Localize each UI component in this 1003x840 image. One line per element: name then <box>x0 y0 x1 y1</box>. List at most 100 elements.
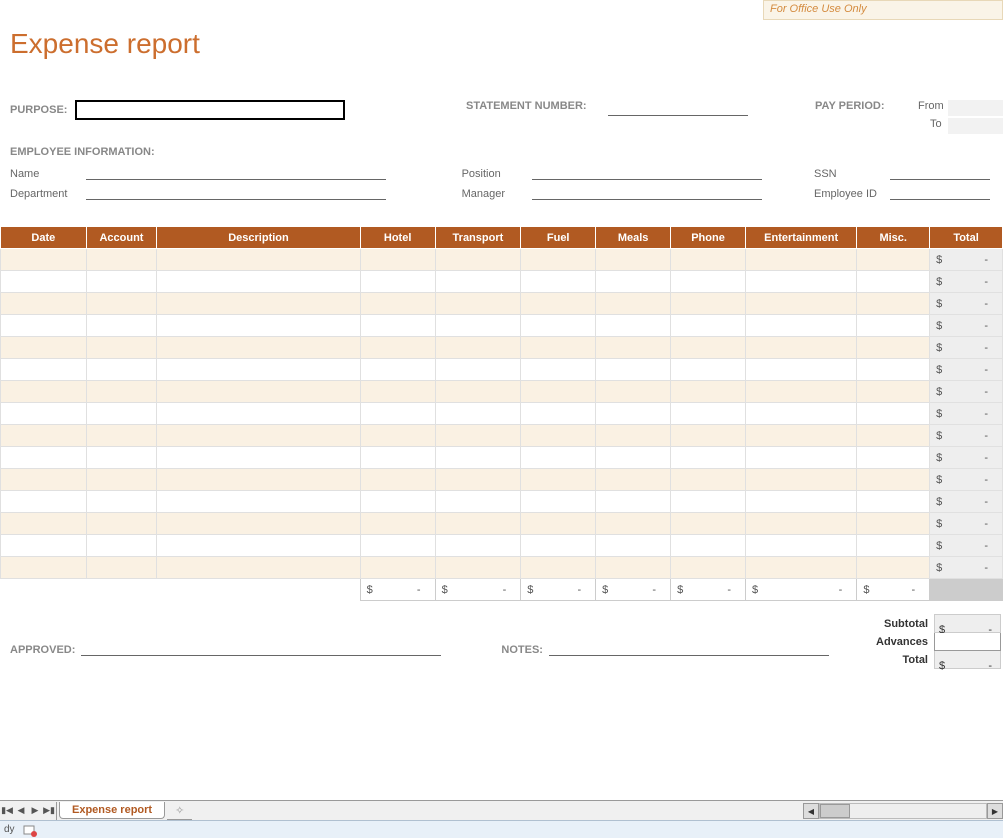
table-cell[interactable] <box>86 513 157 535</box>
column-header[interactable]: Misc. <box>857 227 930 249</box>
table-cell[interactable] <box>86 557 157 579</box>
column-header[interactable]: Description <box>157 227 360 249</box>
table-cell[interactable] <box>521 447 596 469</box>
table-cell[interactable] <box>596 249 671 271</box>
table-cell[interactable] <box>746 513 857 535</box>
table-cell[interactable] <box>521 557 596 579</box>
table-cell[interactable] <box>857 337 930 359</box>
table-cell[interactable] <box>1 381 87 403</box>
table-cell[interactable]: $- <box>930 535 1003 557</box>
table-cell[interactable] <box>157 293 360 315</box>
table-cell[interactable]: $- <box>930 403 1003 425</box>
table-cell[interactable] <box>521 293 596 315</box>
table-cell[interactable] <box>596 359 671 381</box>
table-cell[interactable] <box>671 381 746 403</box>
name-input[interactable] <box>86 164 386 180</box>
table-cell[interactable] <box>1 447 87 469</box>
tab-nav-first-icon[interactable]: ▮◀ <box>0 802 14 820</box>
table-cell[interactable] <box>596 315 671 337</box>
table-cell[interactable] <box>746 359 857 381</box>
table-cell[interactable] <box>596 491 671 513</box>
table-cell[interactable] <box>360 315 435 337</box>
column-sum-cell[interactable]: $- <box>671 579 746 601</box>
table-cell[interactable] <box>435 337 521 359</box>
notes-input[interactable] <box>549 640 829 656</box>
scroll-track[interactable] <box>819 803 987 819</box>
table-cell[interactable] <box>435 293 521 315</box>
table-cell[interactable] <box>1 293 87 315</box>
total-value[interactable]: $- <box>935 651 1001 669</box>
table-cell[interactable] <box>521 535 596 557</box>
table-cell[interactable] <box>857 359 930 381</box>
table-cell[interactable] <box>671 447 746 469</box>
column-sum-cell[interactable]: $- <box>596 579 671 601</box>
table-cell[interactable]: $- <box>930 425 1003 447</box>
table-cell[interactable] <box>360 381 435 403</box>
position-input[interactable] <box>532 164 762 180</box>
table-cell[interactable] <box>596 271 671 293</box>
table-cell[interactable] <box>671 271 746 293</box>
table-cell[interactable] <box>671 403 746 425</box>
table-cell[interactable] <box>435 403 521 425</box>
table-cell[interactable] <box>360 469 435 491</box>
table-cell[interactable]: $- <box>930 359 1003 381</box>
table-cell[interactable] <box>596 293 671 315</box>
manager-input[interactable] <box>532 184 762 200</box>
table-cell[interactable] <box>671 513 746 535</box>
table-cell[interactable]: $- <box>930 557 1003 579</box>
table-cell[interactable] <box>435 513 521 535</box>
table-cell[interactable] <box>1 271 87 293</box>
pay-period-to-input[interactable] <box>948 118 1003 134</box>
table-cell[interactable] <box>857 315 930 337</box>
table-cell[interactable] <box>360 337 435 359</box>
table-cell[interactable] <box>157 557 360 579</box>
table-cell[interactable] <box>596 513 671 535</box>
table-cell[interactable] <box>746 337 857 359</box>
scroll-thumb[interactable] <box>820 804 850 818</box>
table-cell[interactable] <box>86 315 157 337</box>
table-cell[interactable] <box>360 403 435 425</box>
table-cell[interactable] <box>157 359 360 381</box>
department-input[interactable] <box>86 184 386 200</box>
table-cell[interactable] <box>671 425 746 447</box>
table-cell[interactable] <box>746 535 857 557</box>
table-cell[interactable]: $- <box>930 381 1003 403</box>
table-cell[interactable] <box>86 535 157 557</box>
table-cell[interactable] <box>157 249 360 271</box>
table-cell[interactable] <box>86 337 157 359</box>
table-cell[interactable] <box>521 491 596 513</box>
table-cell[interactable] <box>86 359 157 381</box>
table-cell[interactable]: $- <box>930 249 1003 271</box>
table-cell[interactable] <box>746 469 857 491</box>
approved-input[interactable] <box>81 640 441 656</box>
table-cell[interactable] <box>521 381 596 403</box>
table-cell[interactable] <box>521 315 596 337</box>
column-header[interactable]: Total <box>930 227 1003 249</box>
table-cell[interactable] <box>435 271 521 293</box>
table-cell[interactable] <box>157 403 360 425</box>
column-header[interactable]: Meals <box>596 227 671 249</box>
column-header[interactable]: Date <box>1 227 87 249</box>
column-sum-cell[interactable]: $- <box>746 579 857 601</box>
table-cell[interactable] <box>857 403 930 425</box>
table-cell[interactable] <box>521 359 596 381</box>
column-header[interactable]: Transport <box>435 227 521 249</box>
table-cell[interactable] <box>86 425 157 447</box>
table-cell[interactable] <box>1 535 87 557</box>
table-cell[interactable] <box>746 271 857 293</box>
table-cell[interactable] <box>1 469 87 491</box>
table-cell[interactable] <box>157 513 360 535</box>
pay-period-from-input[interactable] <box>948 100 1003 116</box>
table-cell[interactable] <box>521 513 596 535</box>
table-cell[interactable] <box>1 491 87 513</box>
table-cell[interactable] <box>746 491 857 513</box>
table-cell[interactable] <box>1 315 87 337</box>
table-cell[interactable] <box>86 293 157 315</box>
table-cell[interactable] <box>521 403 596 425</box>
table-cell[interactable] <box>671 469 746 491</box>
sheet-tab-active[interactable]: Expense report <box>59 802 165 819</box>
subtotal-value[interactable]: $- <box>935 615 1001 633</box>
table-cell[interactable] <box>360 557 435 579</box>
table-cell[interactable] <box>157 425 360 447</box>
table-cell[interactable]: $- <box>930 315 1003 337</box>
